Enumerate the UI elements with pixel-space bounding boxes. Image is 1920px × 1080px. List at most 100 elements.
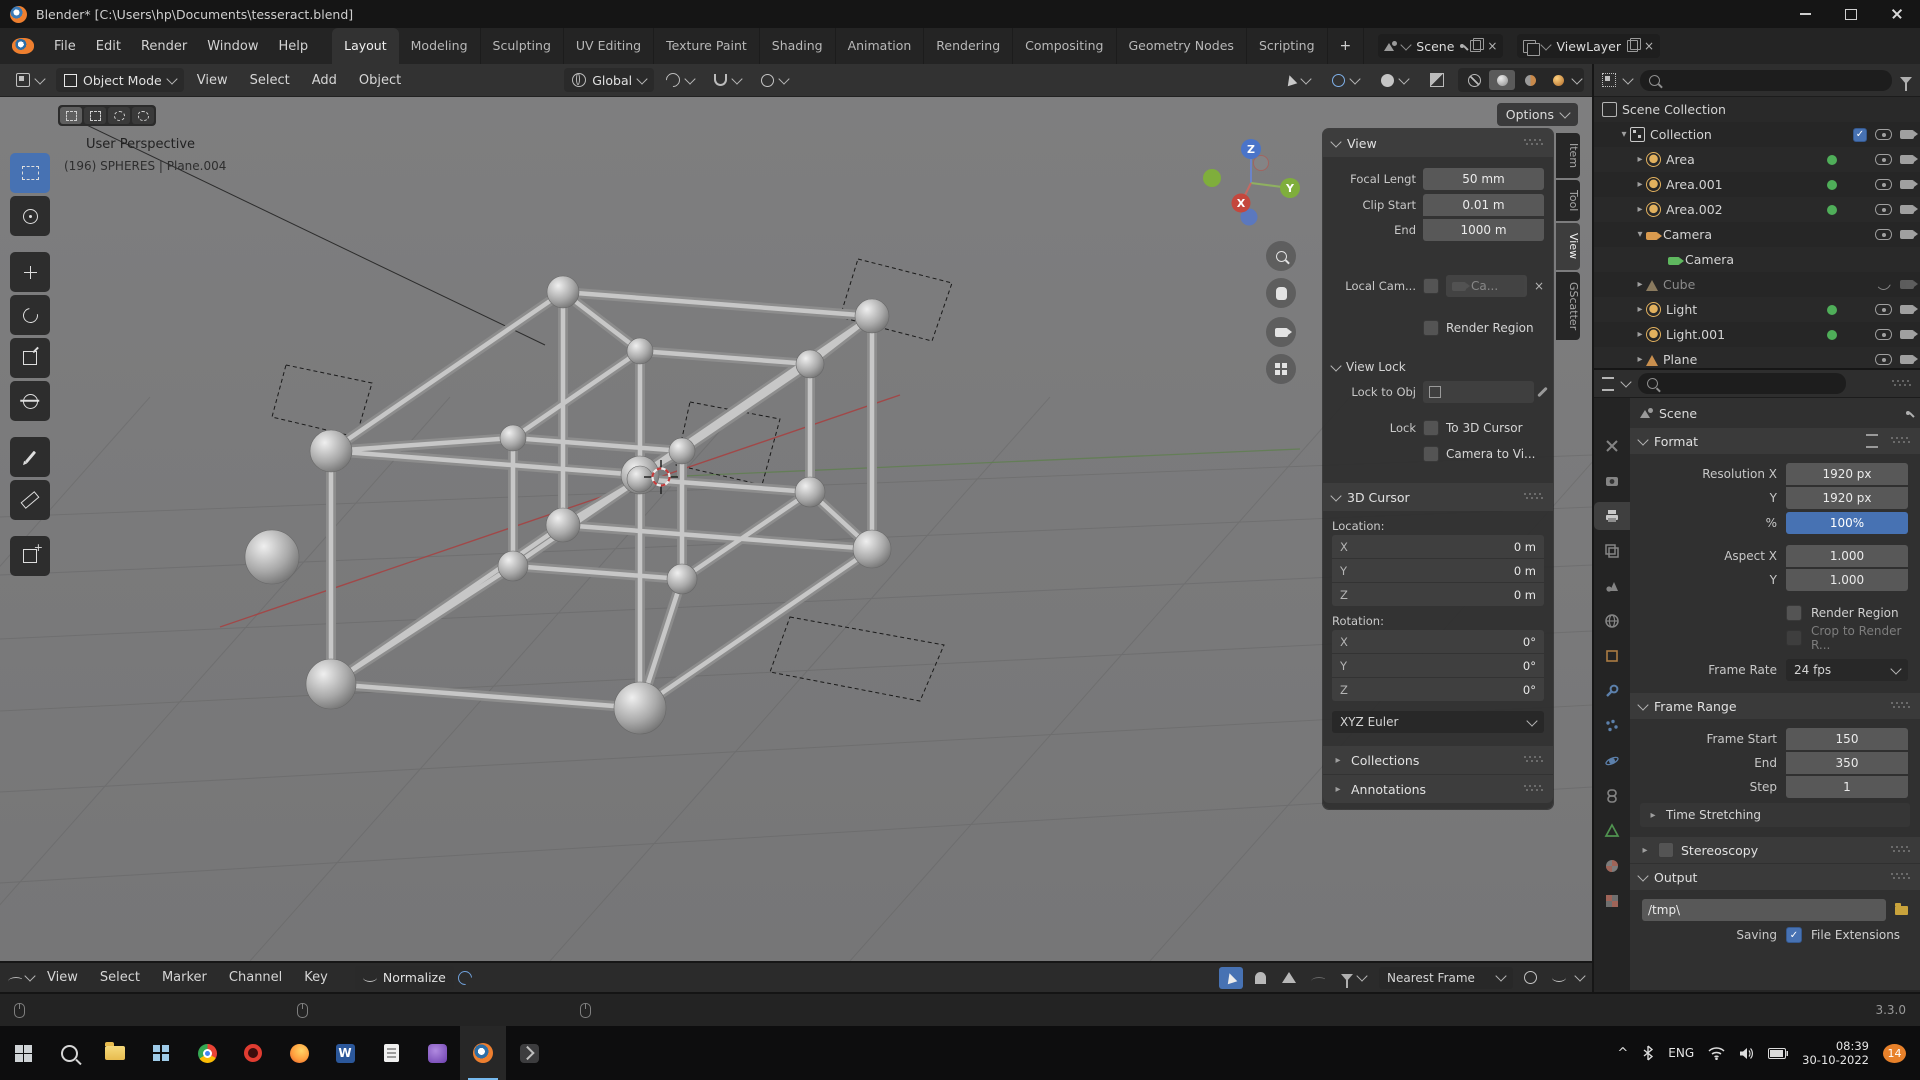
disable-in-render-icon[interactable] bbox=[1900, 330, 1918, 339]
annotations-panel-header[interactable]: Annotations bbox=[1323, 775, 1553, 803]
snap-target-button[interactable] bbox=[658, 68, 702, 92]
workspace-tab-shading[interactable]: Shading bbox=[760, 28, 836, 64]
start-button[interactable] bbox=[0, 1026, 46, 1080]
tab-texture[interactable] bbox=[1594, 887, 1630, 915]
expand-icon[interactable] bbox=[1634, 204, 1646, 215]
menu-window[interactable]: Window bbox=[197, 33, 268, 59]
disable-in-render-icon[interactable] bbox=[1900, 130, 1918, 139]
tab-material[interactable] bbox=[1594, 852, 1630, 880]
menu-add[interactable]: Add bbox=[303, 68, 346, 92]
menu-view[interactable]: View bbox=[188, 68, 237, 92]
workspace-tab-compositing[interactable]: Compositing bbox=[1013, 28, 1117, 64]
tab-output[interactable] bbox=[1594, 502, 1630, 530]
timeline-menu-select[interactable]: Select bbox=[91, 966, 149, 990]
aspect-x-field[interactable]: 1.000 bbox=[1786, 545, 1908, 567]
transform-orientation-selector[interactable]: Global bbox=[564, 68, 655, 92]
sidebar-tab-view[interactable]: View bbox=[1556, 223, 1580, 270]
show-gizmo-toggle[interactable] bbox=[1324, 68, 1367, 92]
hide-in-viewport-icon[interactable] bbox=[1875, 304, 1892, 315]
hide-in-viewport-icon[interactable] bbox=[1875, 354, 1892, 365]
shading-solid-button[interactable] bbox=[1489, 70, 1515, 90]
workspace-tab-rendering[interactable]: Rendering bbox=[924, 28, 1014, 64]
tool-rotate[interactable] bbox=[10, 295, 50, 335]
navigation-gizmo[interactable]: Z Y X bbox=[1196, 131, 1306, 241]
sidebar-tab-gscatter[interactable]: GScatter bbox=[1556, 271, 1580, 340]
expand-icon[interactable] bbox=[1618, 129, 1630, 140]
hide-in-viewport-icon[interactable] bbox=[1875, 204, 1892, 215]
sidebar-tab-item[interactable]: Item bbox=[1556, 133, 1580, 179]
tab-world[interactable] bbox=[1594, 607, 1630, 635]
workspace-tab-animation[interactable]: Animation bbox=[836, 28, 925, 64]
frame-rate-dropdown[interactable]: 24 fps bbox=[1786, 659, 1908, 681]
lock-object-field[interactable] bbox=[1423, 381, 1534, 403]
close-button[interactable] bbox=[1874, 0, 1920, 28]
view-lock-subpanel-header[interactable]: View Lock bbox=[1330, 356, 1544, 378]
xray-toggle[interactable] bbox=[1422, 68, 1452, 92]
disable-in-render-icon[interactable] bbox=[1900, 230, 1918, 239]
expand-icon[interactable] bbox=[1634, 329, 1646, 340]
zoom-button[interactable] bbox=[1266, 241, 1296, 271]
file-explorer-button[interactable] bbox=[92, 1026, 138, 1080]
new-viewlayer-icon[interactable] bbox=[1626, 38, 1641, 52]
expand-icon[interactable] bbox=[1634, 179, 1646, 190]
camera-to-view-checkbox[interactable] bbox=[1423, 446, 1439, 462]
aspect-y-field[interactable]: 1.000 bbox=[1786, 569, 1908, 591]
tool-move[interactable] bbox=[10, 252, 50, 292]
opera-button[interactable] bbox=[230, 1026, 276, 1080]
properties-search-input[interactable] bbox=[1638, 373, 1846, 394]
falloff-button[interactable] bbox=[1547, 967, 1571, 989]
tool-annotate[interactable] bbox=[10, 437, 50, 477]
store-button[interactable] bbox=[138, 1026, 184, 1080]
outliner-row-cube[interactable]: Cube bbox=[1594, 272, 1920, 297]
firefox-button[interactable] bbox=[276, 1026, 322, 1080]
resolution-y-field[interactable]: 1920 px bbox=[1786, 487, 1908, 509]
filter-group[interactable] bbox=[1341, 970, 1368, 988]
tool-select-box[interactable] bbox=[10, 153, 50, 193]
tray-expand-icon[interactable]: ^ bbox=[1617, 1046, 1628, 1061]
bluetooth-icon[interactable] bbox=[1642, 1045, 1654, 1061]
only-errors-toggle[interactable] bbox=[1277, 967, 1301, 989]
mode-selector[interactable]: Object Mode bbox=[56, 68, 184, 92]
tab-scene[interactable] bbox=[1594, 572, 1630, 600]
panel-grip-icon[interactable] bbox=[1891, 873, 1911, 881]
time-stretching-subpanel[interactable]: Time Stretching bbox=[1640, 803, 1910, 827]
graph-editor-icon[interactable] bbox=[8, 973, 22, 983]
outliner-row-plane[interactable]: Plane bbox=[1594, 347, 1920, 368]
scene-selector[interactable]: Scene bbox=[1378, 34, 1504, 58]
cursor-rotation-x[interactable]: X 0° bbox=[1332, 630, 1544, 653]
hide-in-viewport-icon[interactable] bbox=[1875, 329, 1892, 340]
blender-menu-icon[interactable] bbox=[12, 38, 34, 54]
clear-camera-icon[interactable] bbox=[1534, 280, 1544, 292]
maximize-button[interactable] bbox=[1828, 0, 1874, 28]
tab-tool[interactable] bbox=[1594, 432, 1630, 460]
workspace-tab-sculpting[interactable]: Sculpting bbox=[481, 28, 564, 64]
disable-in-render-icon[interactable] bbox=[1900, 205, 1918, 214]
clip-start-field[interactable]: 0.01 m bbox=[1423, 194, 1544, 216]
menu-object[interactable]: Object bbox=[350, 68, 410, 92]
output-path-field[interactable]: /tmp\ bbox=[1642, 899, 1886, 921]
outliner-editor-icon[interactable] bbox=[1602, 73, 1616, 87]
outliner-row-area-002[interactable]: Area.002 bbox=[1594, 197, 1920, 222]
workspace-tab-uv-editing[interactable]: UV Editing bbox=[564, 28, 655, 64]
expand-icon[interactable] bbox=[1634, 279, 1646, 290]
shading-material-button[interactable] bbox=[1517, 70, 1543, 90]
timeline-menu-key[interactable]: Key bbox=[295, 966, 337, 990]
folder-browse-icon[interactable] bbox=[1895, 902, 1908, 915]
tab-object[interactable] bbox=[1594, 642, 1630, 670]
stereoscopy-checkbox[interactable] bbox=[1658, 842, 1674, 858]
output-panel-header[interactable]: Output bbox=[1630, 864, 1920, 890]
cursor-location-y[interactable]: Y 0 m bbox=[1332, 559, 1544, 582]
panel-grip-icon[interactable] bbox=[1524, 139, 1544, 147]
filter-icon[interactable] bbox=[1900, 76, 1912, 91]
expand-icon[interactable] bbox=[1634, 304, 1646, 315]
search-button[interactable] bbox=[46, 1026, 92, 1080]
frame-step-field[interactable]: 1 bbox=[1786, 776, 1908, 798]
local-camera-field[interactable]: Ca... bbox=[1446, 275, 1527, 297]
snap-dropdown[interactable]: Nearest Frame bbox=[1379, 966, 1513, 989]
menu-edit[interactable]: Edit bbox=[86, 33, 131, 59]
unlink-scene-icon[interactable] bbox=[1487, 40, 1497, 52]
outliner-search-input[interactable] bbox=[1640, 69, 1892, 91]
timeline-menu-view[interactable]: View bbox=[38, 966, 87, 990]
workspace-tab-modeling[interactable]: Modeling bbox=[399, 28, 481, 64]
cursor-rotation-z[interactable]: Z 0° bbox=[1332, 678, 1544, 701]
